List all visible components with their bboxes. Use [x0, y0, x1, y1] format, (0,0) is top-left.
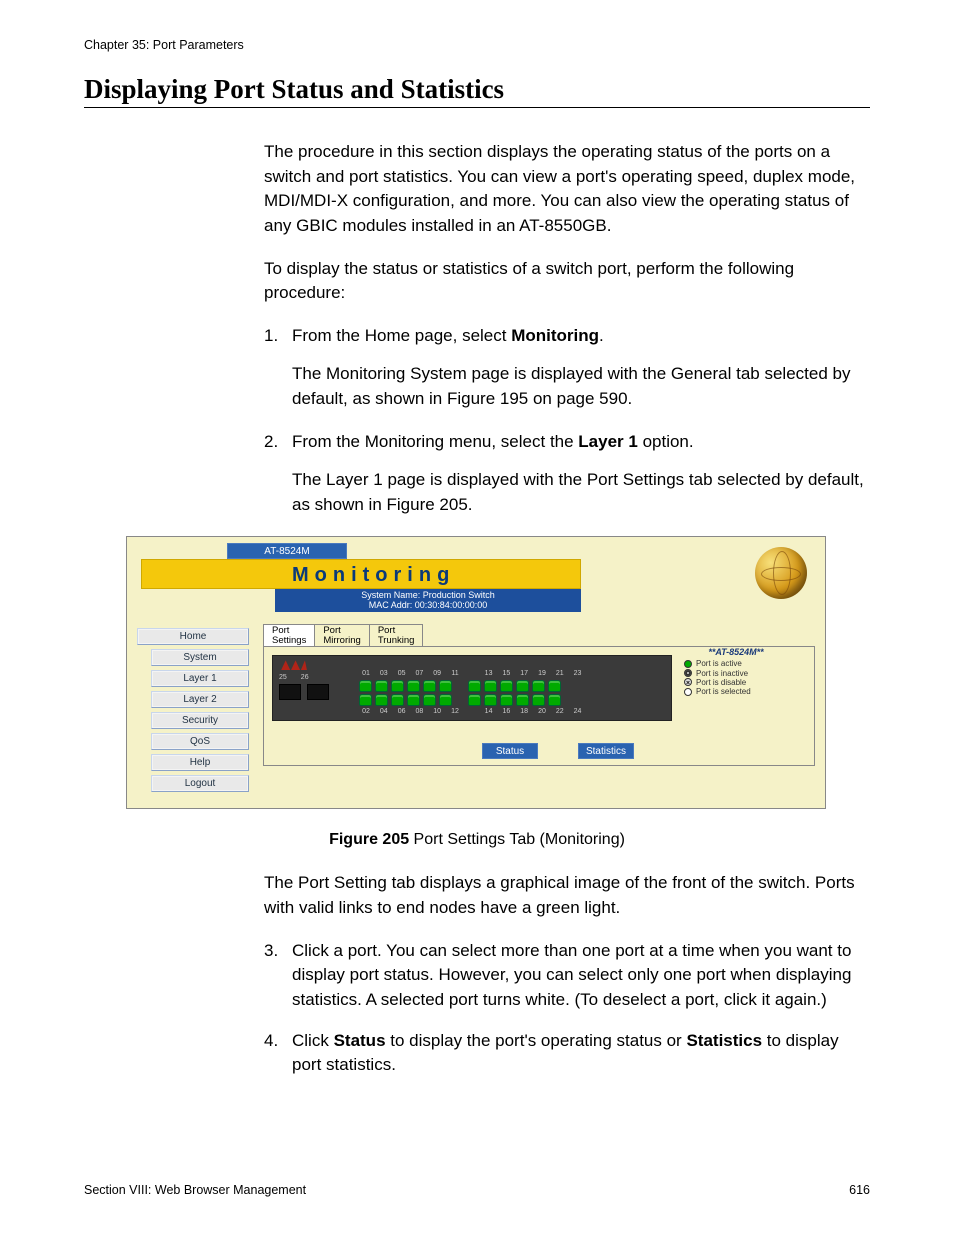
port-14[interactable]: [468, 694, 481, 706]
port-06[interactable]: [391, 694, 404, 706]
port-numbers-top: 010305070911131517192123: [361, 670, 583, 677]
uplink-label-26: 26: [301, 674, 309, 681]
port-17[interactable]: [500, 680, 513, 692]
tab-strip: Port Settings Port Mirroring Port Trunki…: [263, 624, 815, 646]
step-3: 3. Click a port. You can select more tha…: [264, 939, 870, 1013]
step-2: 2. From the Monitoring menu, select the …: [264, 430, 870, 518]
port-21[interactable]: [532, 680, 545, 692]
nav-layer1[interactable]: Layer 1: [151, 670, 249, 687]
nav-layer2[interactable]: Layer 2: [151, 691, 249, 708]
port-04[interactable]: [375, 694, 388, 706]
model-strip: AT-8524M: [227, 543, 347, 559]
port-03[interactable]: [375, 680, 388, 692]
port-row-bottom: [359, 694, 561, 706]
legend-dot-disable-icon: [684, 678, 692, 686]
intro-paragraph-1: The procedure in this section displays t…: [264, 140, 870, 239]
nav-logout[interactable]: Logout: [151, 775, 249, 792]
legend-dot-active-icon: [684, 660, 692, 668]
step-1: 1. From the Home page, select Monitoring…: [264, 324, 870, 412]
legend-dot-selected-icon: [684, 688, 692, 696]
figure-caption: Figure 205 Port Settings Tab (Monitoring…: [84, 831, 870, 849]
statistics-button[interactable]: Statistics: [578, 743, 634, 759]
footer-page-number: 616: [849, 1183, 870, 1197]
uplink-port-25[interactable]: [279, 684, 301, 700]
port-07[interactable]: [407, 680, 420, 692]
nav-system[interactable]: System: [151, 649, 249, 666]
port-20[interactable]: [516, 694, 529, 706]
footer-section: Section VIII: Web Browser Management: [84, 1183, 306, 1197]
port-settings-panel: 25 26 010305070911131517192123: [263, 646, 815, 766]
vendor-logo-icon: [281, 660, 307, 670]
port-row-top: [359, 680, 561, 692]
uplink-port-26[interactable]: [307, 684, 329, 700]
port-18[interactable]: [500, 694, 513, 706]
sidebar-nav: Home System Layer 1 Layer 2 Security QoS…: [137, 628, 249, 792]
port-19[interactable]: [516, 680, 529, 692]
switch-faceplate: 25 26 010305070911131517192123: [272, 655, 672, 721]
step-2-note: The Layer 1 page is displayed with the P…: [292, 468, 870, 517]
port-13[interactable]: [468, 680, 481, 692]
port-09[interactable]: [423, 680, 436, 692]
figure-205: AT-8524M Monitoring System Name: Product…: [126, 536, 870, 810]
intro-paragraph-2: To display the status or statistics of a…: [264, 257, 870, 306]
status-button[interactable]: Status: [482, 743, 538, 759]
tab-port-mirroring[interactable]: Port Mirroring: [314, 624, 369, 646]
port-10[interactable]: [423, 694, 436, 706]
port-11[interactable]: [439, 680, 452, 692]
port-numbers-bottom: 020406081012141618202224: [361, 708, 583, 715]
port-05[interactable]: [391, 680, 404, 692]
port-15[interactable]: [484, 680, 497, 692]
globe-icon: [755, 547, 807, 599]
step-4: 4. Click Status to display the port's op…: [264, 1029, 870, 1078]
monitoring-title-bar: Monitoring: [141, 559, 581, 589]
page-title: Displaying Port Status and Statistics: [84, 74, 870, 108]
nav-security[interactable]: Security: [151, 712, 249, 729]
tab-port-settings[interactable]: Port Settings: [263, 624, 315, 646]
port-02[interactable]: [359, 694, 372, 706]
step-1-note: The Monitoring System page is displayed …: [292, 362, 870, 411]
nav-home[interactable]: Home: [137, 628, 249, 645]
system-info-bar: System Name: Production Switch MAC Addr:…: [275, 589, 581, 613]
port-23[interactable]: [548, 680, 561, 692]
legend-model: **AT-8524M**: [684, 647, 788, 657]
port-legend: **AT-8524M** Port is active Port is inac…: [684, 647, 788, 696]
legend-dot-inactive-icon: [684, 669, 692, 677]
nav-help[interactable]: Help: [151, 754, 249, 771]
chapter-header: Chapter 35: Port Parameters: [84, 38, 870, 52]
port-08[interactable]: [407, 694, 420, 706]
uplink-label-25: 25: [279, 674, 287, 681]
after-figure-paragraph: The Port Setting tab displays a graphica…: [264, 871, 870, 920]
nav-qos[interactable]: QoS: [151, 733, 249, 750]
port-01[interactable]: [359, 680, 372, 692]
tab-port-trunking[interactable]: Port Trunking: [369, 624, 424, 646]
port-16[interactable]: [484, 694, 497, 706]
port-24[interactable]: [548, 694, 561, 706]
port-22[interactable]: [532, 694, 545, 706]
port-12[interactable]: [439, 694, 452, 706]
app-window: AT-8524M Monitoring System Name: Product…: [126, 536, 826, 810]
